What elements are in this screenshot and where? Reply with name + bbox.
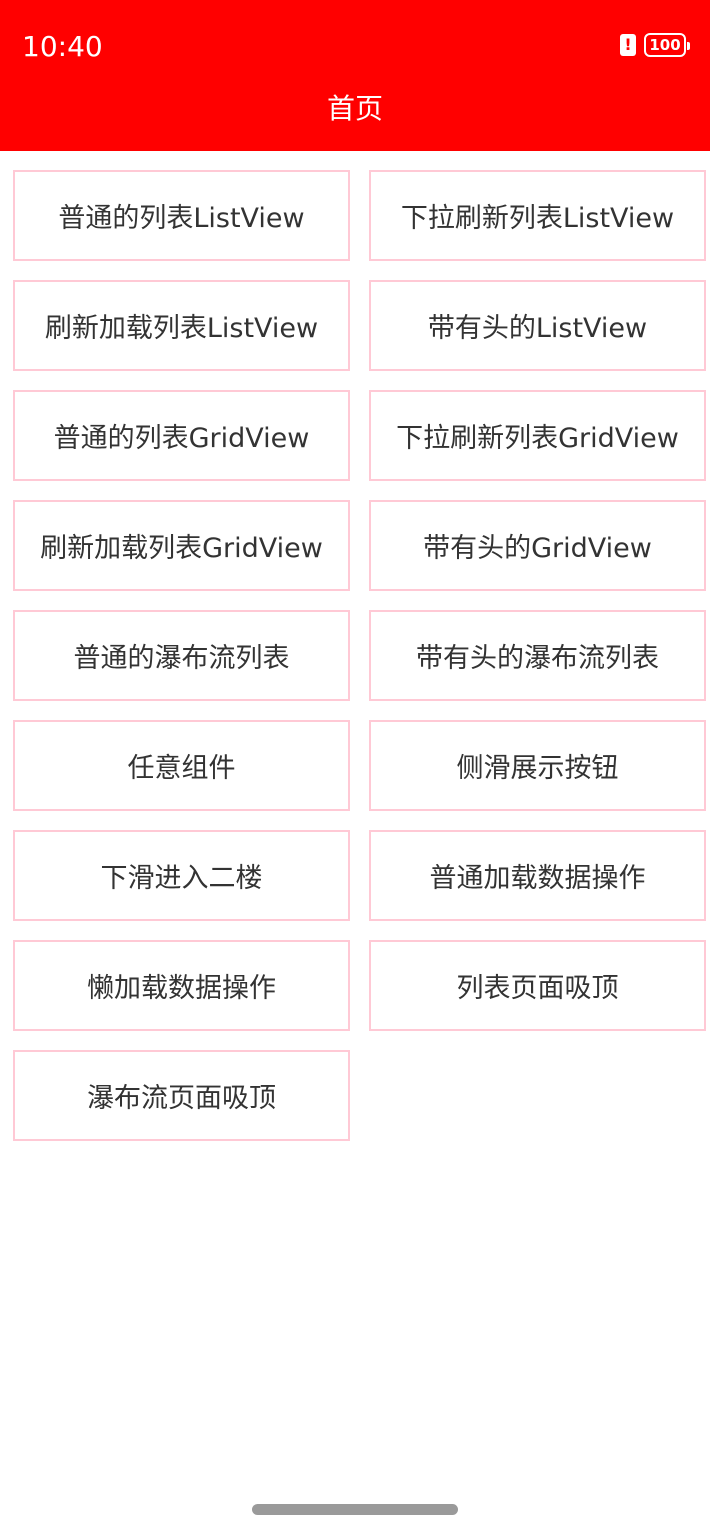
menu-button-waterfall-sticky[interactable]: 瀑布流页面吸顶 [13, 1050, 350, 1141]
menu-grid: 普通的列表ListView 下拉刷新列表ListView 刷新加载列表ListV… [13, 170, 706, 1141]
menu-button-waterfall-basic[interactable]: 普通的瀑布流列表 [13, 610, 350, 701]
battery-level: 100 [649, 36, 681, 54]
menu-button-gridview-pull-refresh[interactable]: 下拉刷新列表GridView [369, 390, 706, 481]
home-indicator[interactable] [252, 1504, 458, 1515]
menu-button-gridview-basic[interactable]: 普通的列表GridView [13, 390, 350, 481]
alert-icon: ! [620, 34, 636, 56]
menu-button-gridview-header[interactable]: 带有头的GridView [369, 500, 706, 591]
menu-button-second-floor[interactable]: 下滑进入二楼 [13, 830, 350, 921]
menu-button-lazy-load[interactable]: 懒加载数据操作 [13, 940, 350, 1031]
menu-button-normal-load[interactable]: 普通加载数据操作 [369, 830, 706, 921]
status-time: 10:40 [22, 30, 103, 63]
menu-button-waterfall-header[interactable]: 带有头的瀑布流列表 [369, 610, 706, 701]
menu-button-listview-refresh-load[interactable]: 刷新加载列表ListView [13, 280, 350, 371]
battery-icon: 100 [644, 33, 690, 57]
menu-button-any-component[interactable]: 任意组件 [13, 720, 350, 811]
menu-button-swipe-actions[interactable]: 侧滑展示按钮 [369, 720, 706, 811]
menu-button-gridview-refresh-load[interactable]: 刷新加载列表GridView [13, 500, 350, 591]
menu-button-list-sticky[interactable]: 列表页面吸顶 [369, 940, 706, 1031]
page-title: 首页 [326, 92, 383, 125]
menu-button-listview-header[interactable]: 带有头的ListView [369, 280, 706, 371]
status-icons: ! 100 [620, 33, 690, 57]
app-header: 10:40 ! 100 首页 [0, 0, 710, 151]
menu-button-listview-pull-refresh[interactable]: 下拉刷新列表ListView [369, 170, 706, 261]
menu-button-listview-basic[interactable]: 普通的列表ListView [13, 170, 350, 261]
